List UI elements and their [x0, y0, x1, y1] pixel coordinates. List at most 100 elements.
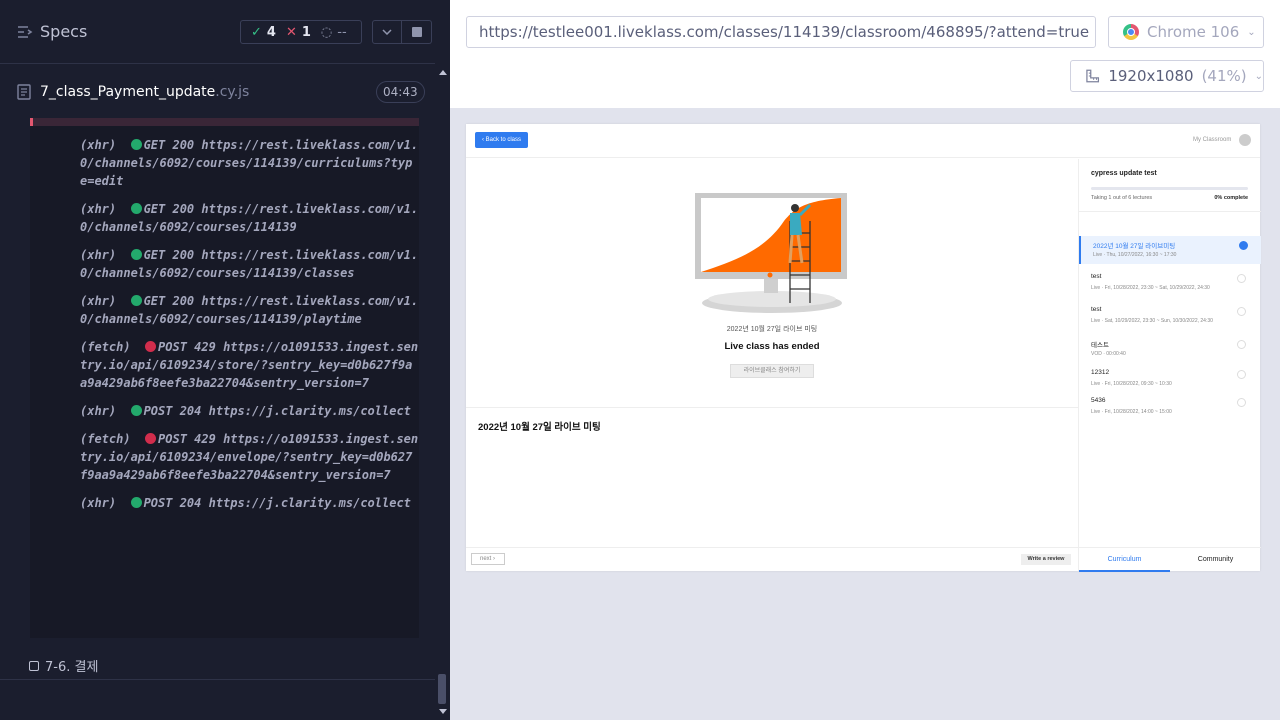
log-kind: (xhr) [80, 202, 117, 216]
log-kind: (fetch) [80, 340, 131, 354]
log-method: POST 429 [158, 432, 216, 446]
next-button[interactable]: next › [471, 553, 505, 565]
write-review-button[interactable]: Write a review [1021, 554, 1071, 565]
log-kind: (xhr) [80, 496, 117, 510]
status-dot-icon [130, 203, 142, 214]
video-area: 2022년 10월 27일 라이브 미팅 Live class has ende… [466, 159, 1078, 408]
viewport-zoom: (41%) [1201, 67, 1247, 85]
test-title[interactable]: 7-6. 결제 [29, 656, 98, 675]
specs-title[interactable]: Specs [40, 22, 87, 41]
course-progress-bar [1091, 187, 1248, 190]
x-icon: ✕ [285, 24, 297, 40]
spec-file-row: 7_class_Payment_update.cy.js 04:43 [0, 64, 435, 118]
spec-duration: 04:43 [376, 81, 425, 103]
lecture-item[interactable]: test Live · Sat, 10/29/2022, 23:30 ~ Sun,… [1079, 302, 1261, 330]
spinner-icon: ◌ [320, 24, 333, 40]
log-method: POST 204 [143, 496, 202, 510]
lecture-item-title: 12312 [1091, 369, 1110, 376]
log-url: https://o1091533.ingest.sentry.io/api/61… [80, 340, 419, 390]
completion-circle-icon [1237, 307, 1246, 316]
log-method: GET 200 [143, 202, 195, 216]
curriculum-sidebar: cypress update test Taking 1 out of 6 le… [1078, 159, 1261, 572]
completion-circle-icon [1237, 398, 1246, 407]
viewport-size: 1920x1080 [1108, 67, 1194, 85]
failed-count: ✕ 1 [285, 24, 311, 40]
runner-panel: Specs ✓ 4 ✕ 1 ◌ -- 7_class_Payment_update.c… [0, 0, 450, 720]
scroll-thumb[interactable] [438, 674, 446, 704]
specs-header: Specs ✓ 4 ✕ 1 ◌ -- [0, 0, 435, 64]
status-dot-icon [130, 295, 142, 306]
log-kind: (xhr) [80, 248, 117, 262]
divider [0, 679, 435, 680]
divider [1079, 211, 1261, 212]
log-entry[interactable]: (xhr) GET 200 https://rest.liveklass.com… [30, 246, 419, 282]
collapse-button[interactable] [372, 20, 402, 44]
lecture-item-title: 2022년 10월 27일 라이브미팅 [1093, 243, 1176, 250]
log-entry[interactable]: (xhr) POST 204 https://j.clarity.ms/coll… [30, 494, 419, 512]
chevron-down-icon [382, 29, 392, 35]
join-live-button[interactable]: 라이브클래스 참여하기 [730, 364, 814, 378]
lecture-item-title: test [1091, 306, 1102, 313]
viewport-selector[interactable]: 1920x1080 (41%) ⌄ [1070, 60, 1264, 92]
status-dot-icon [130, 139, 142, 150]
tab-curriculum[interactable]: Curriculum [1079, 548, 1170, 572]
lecture-item-meta: Live · Sat, 10/29/2022, 23:30 ~ Sun, 10/… [1091, 318, 1213, 324]
ended-title: Live class has ended [724, 341, 820, 352]
log-kind: (xhr) [80, 138, 117, 152]
app-preview: ‹ Back to class My Classroom 2022년 10월 2… [466, 124, 1261, 572]
stop-icon [411, 27, 422, 37]
status-dot-icon [145, 341, 157, 352]
percent-complete: 0% complete [1214, 195, 1248, 201]
url-bar[interactable]: https://testlee001.liveklass.com/classes… [466, 16, 1096, 48]
log-method: POST 429 [158, 340, 216, 354]
scroll-down-icon[interactable] [439, 709, 447, 714]
tab-community[interactable]: Community [1170, 548, 1261, 572]
log-kind: (fetch) [80, 432, 131, 446]
log-entry[interactable]: (xhr) GET 200 https://rest.liveklass.com… [30, 136, 419, 190]
lecture-item[interactable]: 테스트 VOD · 00:00:40 [1079, 335, 1261, 363]
spec-file-name[interactable]: 7_class_Payment_update.cy.js [40, 84, 249, 100]
lecture-item-title: 5436 [1091, 397, 1106, 404]
log-entry[interactable]: (fetch) POST 429 https://o1091533.ingest… [30, 430, 419, 484]
completion-circle-icon [1237, 274, 1246, 283]
log-entry[interactable]: (xhr) GET 200 https://rest.liveklass.com… [30, 292, 419, 328]
chevron-down-icon: ⌄ [1254, 70, 1263, 82]
ruler-icon [1086, 69, 1100, 83]
lecture-item-title: test [1091, 273, 1102, 280]
back-to-class-button[interactable]: ‹ Back to class [475, 132, 529, 148]
lecture-footer: next › Write a review [466, 547, 1078, 571]
completion-circle-icon [1237, 370, 1246, 379]
scroll-up-icon[interactable] [439, 70, 447, 75]
lecture-item-meta: Live · Thu, 10/27/2022, 16:30 ~ 17:30 [1093, 252, 1177, 258]
sidebar-tabs: Curriculum Community [1079, 547, 1261, 572]
test-checkbox-icon [29, 660, 39, 671]
lecture-item-title: 테스트 [1091, 342, 1109, 349]
lecture-item[interactable]: 12312 Live · Fri, 10/28/2022, 09:30 ~ 10:… [1079, 365, 1261, 393]
log-entries: (xhr) GET 200 https://rest.liveklass.com… [30, 136, 419, 512]
log-entry[interactable]: (xhr) GET 200 https://rest.liveklass.com… [30, 200, 419, 236]
my-classroom-link[interactable]: My Classroom [1193, 137, 1231, 143]
app-topbar: ‹ Back to class My Classroom [466, 124, 1260, 158]
command-log: (xhr) GET 200 https://rest.liveklass.com… [30, 118, 419, 638]
log-entry[interactable]: (xhr) POST 204 https://j.clarity.ms/coll… [30, 402, 419, 420]
lecture-title: 2022년 10월 27일 라이브 미팅 [478, 422, 601, 433]
log-scrollbar[interactable] [435, 64, 450, 720]
completion-circle-icon [1239, 241, 1248, 250]
lecture-item[interactable]: test Live · Fri, 10/28/2022, 23:30 ~ Sat,… [1079, 269, 1261, 297]
lecture-item[interactable]: 5436 Live · Fri, 10/28/2022, 14:00 ~ 15:0… [1079, 393, 1261, 421]
browser-selector[interactable]: Chrome 106 ⌄ [1108, 16, 1264, 48]
lecture-item-meta: Live · Fri, 10/28/2022, 23:30 ~ Sat, 10/… [1091, 285, 1210, 291]
log-kind: (xhr) [80, 294, 117, 308]
monitor-illustration [695, 193, 847, 313]
specs-list-icon[interactable] [17, 24, 33, 40]
avatar[interactable] [1239, 134, 1251, 146]
log-url: https://o1091533.ingest.sentry.io/api/61… [80, 432, 419, 482]
log-entry[interactable]: (fetch) POST 429 https://o1091533.ingest… [30, 338, 419, 392]
lecture-item-meta: Live · Fri, 10/28/2022, 09:30 ~ 10:30 [1091, 381, 1172, 387]
passed-count: ✓ 4 [251, 24, 276, 40]
lecture-item[interactable]: 2022년 10월 27일 라이브미팅 Live · Thu, 10/27/202… [1079, 236, 1261, 264]
stop-button[interactable] [402, 20, 432, 44]
course-name: cypress update test [1091, 170, 1157, 177]
log-method: GET 200 [143, 294, 195, 308]
log-method: GET 200 [143, 248, 195, 262]
